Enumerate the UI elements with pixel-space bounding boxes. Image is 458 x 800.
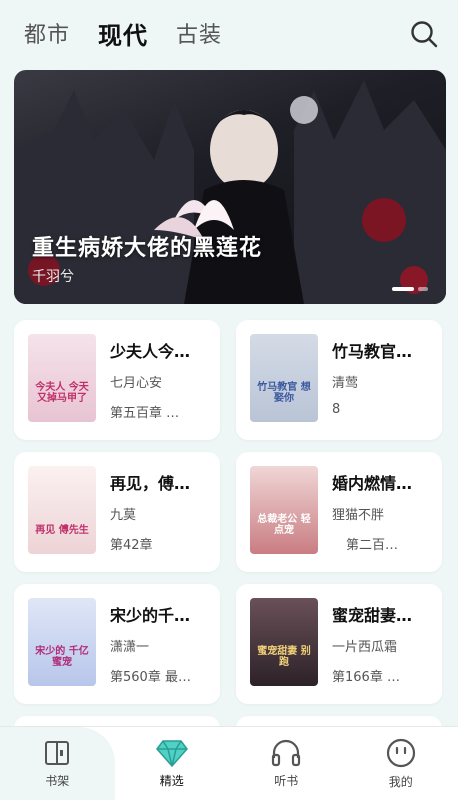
carousel-indicator <box>392 287 428 291</box>
nav-label: 书架 <box>45 774 70 788</box>
book-cover: 竹马教官 想娶你 <box>250 334 318 422</box>
book-card[interactable]: 再见 傅先生 再见，傅… 九莫 第42章 <box>14 452 220 572</box>
headphones-icon <box>272 739 301 767</box>
book-chapter: 第二百… <box>346 538 399 553</box>
book-cover: 总裁老公 轻点宠 <box>250 466 318 554</box>
carousel-dot <box>418 287 428 291</box>
book-author: 潇潇一 <box>110 640 150 655</box>
book-title: 婚内燃情… <box>332 474 413 493</box>
book-card[interactable]: 蜜宠甜妻 别跑 蜜宠甜妻… 一片西瓜霜 第166章 … <box>236 584 442 704</box>
nav-label: 精选 <box>159 774 184 788</box>
tab-ancient[interactable]: 古装 <box>176 17 222 49</box>
book-cover: 今夫人 今天又掉马甲了 <box>28 334 96 422</box>
book-chapter: 8 <box>332 402 341 417</box>
tab-urban[interactable]: 都市 <box>24 17 70 49</box>
book-card[interactable]: 宋少的 千亿蜜宠 宋少的千… 潇潇一 第560章 最… <box>14 584 220 704</box>
book-cover: 宋少的 千亿蜜宠 <box>28 598 96 686</box>
tab-modern[interactable]: 现代 <box>98 16 148 51</box>
cover-title: 蜜宠甜妻 别跑 <box>257 646 311 668</box>
book-cover: 再见 傅先生 <box>28 466 96 554</box>
cover-title: 竹马教官 想娶你 <box>257 382 311 404</box>
face-icon <box>386 738 415 768</box>
book-card[interactable]: 竹马教官 想娶你 竹马教官… 清莺 8 <box>236 320 442 440</box>
book-author: 九莫 <box>110 508 137 523</box>
book-author: 狸猫不胖 <box>332 508 385 523</box>
carousel-dot-active <box>392 287 414 291</box>
nav-label: 我的 <box>388 775 413 789</box>
book-chapter: 第42章 <box>110 538 153 553</box>
diamond-icon <box>155 740 188 768</box>
banner-title: 重生病娇大佬的黑莲花 <box>32 236 263 261</box>
book-chapter: 第560章 最… <box>110 670 191 685</box>
category-tabs: 都市 现代 古装 <box>0 0 458 66</box>
nav-bookshelf[interactable]: 书架 <box>0 727 115 800</box>
book-chapter: 第166章 … <box>332 670 400 685</box>
book-card[interactable]: 今夫人 今天又掉马甲了 少夫人今… 七月心安 第五百章 … <box>14 320 220 440</box>
book-title: 宋少的千… <box>110 606 191 625</box>
book-chapter: 第五百章 … <box>110 406 180 421</box>
cover-title: 总裁老公 轻点宠 <box>257 514 311 536</box>
bookshelf-icon <box>45 741 70 765</box>
banner-author: 千羽兮 <box>32 269 74 285</box>
book-title: 少夫人今… <box>110 342 191 361</box>
book-author: 七月心安 <box>110 376 163 391</box>
book-card[interactable]: 总裁老公 轻点宠 婚内燃情… 狸猫不胖 第二百… <box>236 452 442 572</box>
book-author: 一片西瓜霜 <box>332 640 398 655</box>
featured-banner[interactable]: 重生病娇大佬的黑莲花 千羽兮 <box>14 70 446 304</box>
nav-featured[interactable]: 精选 <box>115 727 230 800</box>
book-title: 竹马教官… <box>332 342 413 361</box>
nav-audiobook[interactable]: 听书 <box>229 727 344 800</box>
cover-title: 宋少的 千亿蜜宠 <box>35 646 89 668</box>
book-title: 蜜宠甜妻… <box>332 606 413 625</box>
book-author: 清莺 <box>332 376 359 391</box>
book-cover: 蜜宠甜妻 别跑 <box>250 598 318 686</box>
bottom-nav: 书架 精选 听书 我的 <box>0 726 458 800</box>
book-title: 再见，傅… <box>110 474 191 493</box>
cover-title: 今夫人 今天又掉马甲了 <box>35 382 89 404</box>
cover-title: 再见 傅先生 <box>35 525 89 536</box>
search-icon[interactable] <box>410 20 438 48</box>
banner-artwork <box>14 80 446 304</box>
nav-profile[interactable]: 我的 <box>344 727 458 800</box>
nav-label: 听书 <box>274 774 299 788</box>
